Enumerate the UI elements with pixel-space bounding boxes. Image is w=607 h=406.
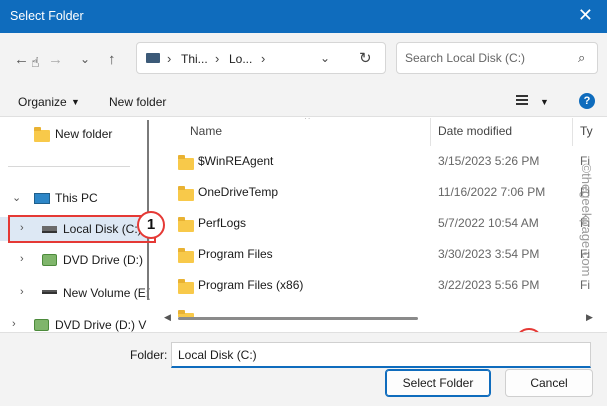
dvd-icon (42, 254, 57, 266)
recent-chevron-icon[interactable]: ⌄ (80, 52, 90, 67)
horizontal-scrollbar[interactable] (178, 317, 418, 320)
refresh-icon[interactable]: ↻ (359, 49, 372, 67)
column-header-name[interactable]: Name (190, 124, 222, 138)
folder-label: Folder: (130, 348, 168, 362)
sort-caret-icon: ^ (305, 118, 310, 125)
file-name: $WinREAgent (198, 154, 274, 168)
column-separator[interactable] (430, 118, 431, 146)
address-segment-local-disk[interactable]: Lo... (229, 52, 252, 66)
close-icon[interactable]: ✕ (578, 6, 593, 24)
folder-icon (178, 217, 194, 232)
chevron-right-icon[interactable]: › (167, 51, 171, 66)
new-folder-button[interactable]: New folder (109, 95, 166, 109)
file-name: Program Files (198, 247, 273, 261)
drive-icon (42, 290, 57, 294)
address-bar-area: ← → ⌄ ↑ ☝ › Thi... › Lo... › ⌄ ↻ (0, 33, 607, 85)
folder-icon (178, 248, 194, 263)
scroll-left-icon[interactable]: ◀ (164, 312, 171, 323)
file-date: 3/30/2023 3:54 PM (438, 247, 540, 261)
watermark-text: ©thegeekpage.com (579, 164, 594, 277)
folder-input[interactable] (171, 342, 591, 368)
file-name: Program Files (x86) (198, 278, 304, 292)
chevron-right-icon[interactable]: › (12, 318, 16, 330)
address-segment-this-pc[interactable]: Thi... (181, 52, 208, 66)
up-arrow-icon[interactable]: ↑ (108, 52, 116, 67)
annotation-callout-1: 1 (137, 211, 165, 239)
file-date: 3/15/2023 5:26 PM (438, 154, 540, 168)
folder-icon (178, 155, 194, 170)
folder-icon (34, 127, 50, 142)
search-input[interactable] (396, 42, 598, 74)
nav-item-new-folder[interactable]: New folder (0, 122, 150, 146)
file-name: OneDriveTemp (198, 185, 279, 199)
window-title: Select Folder (10, 9, 84, 23)
dvd-icon (34, 319, 49, 331)
organize-button[interactable]: Organize (18, 95, 67, 109)
toolbar: Organize ▼ New folder ▼ ? (0, 85, 607, 117)
search-icon[interactable]: ⌕ (578, 50, 585, 66)
select-folder-button[interactable]: Select Folder (385, 369, 491, 397)
folder-icon (178, 186, 194, 201)
nav-item-dvd-drive[interactable]: › DVD Drive (D:) (0, 248, 150, 272)
file-row[interactable]: OneDriveTemp 11/16/2022 7:06 PM Fi (160, 177, 600, 208)
address-box[interactable]: › Thi... › Lo... › ⌄ ↻ (136, 42, 386, 74)
chevron-right-icon[interactable]: › (20, 253, 24, 265)
chevron-right-icon[interactable]: › (20, 286, 24, 298)
chevron-right-icon[interactable]: › (215, 51, 219, 66)
column-header-date[interactable]: Date modified (438, 124, 512, 138)
organize-dropdown-icon[interactable]: ▼ (71, 97, 80, 107)
file-row[interactable]: PerfLogs 5/7/2022 10:54 AM Fi (160, 208, 600, 239)
chevron-down-icon[interactable]: ⌄ (320, 51, 330, 65)
nav-scrollbar[interactable] (147, 120, 149, 300)
folder-icon (178, 279, 194, 294)
view-options-icon[interactable] (516, 95, 528, 105)
nav-item-label: DVD Drive (D:) V (55, 318, 147, 332)
nav-item-label: New Volume (E:) (63, 286, 150, 300)
pc-icon (34, 193, 50, 204)
watermark: ©thegeekpage.com (579, 164, 594, 277)
forward-arrow-icon[interactable]: → (48, 52, 63, 67)
pc-icon (146, 53, 160, 63)
nav-item-label: New folder (55, 127, 113, 141)
nav-item-label: This PC (55, 191, 98, 205)
nav-item-label: DVD Drive (D:) (63, 253, 143, 267)
nav-separator (8, 166, 130, 167)
view-dropdown-icon[interactable]: ▼ (540, 97, 549, 107)
chevron-right-icon[interactable]: › (261, 51, 265, 66)
cancel-button[interactable]: Cancel (505, 369, 593, 397)
file-date: 11/16/2022 7:06 PM (438, 185, 546, 199)
annotation-highlight-box (8, 215, 156, 243)
dialog-footer: Folder: Select Folder Cancel (0, 332, 607, 406)
help-icon[interactable]: ? (579, 93, 595, 109)
back-arrow-icon[interactable]: ← (14, 52, 29, 67)
file-list: ^ Name Date modified Ty $WinREAgent 3/15… (160, 118, 600, 332)
nav-item-this-pc[interactable]: ⌄ This PC (0, 186, 150, 210)
title-bar: Select Folder ✕ (0, 0, 607, 33)
file-row-partial[interactable] (160, 301, 600, 317)
file-row[interactable]: Program Files 3/30/2023 3:54 PM Fi (160, 239, 600, 270)
file-row[interactable]: $WinREAgent 3/15/2023 5:26 PM Fi (160, 146, 600, 177)
file-date: 3/22/2023 5:56 PM (438, 278, 540, 292)
hand-cursor-icon: ☝ (31, 54, 40, 70)
nav-item-dvd-drive-2[interactable]: › DVD Drive (D:) V (0, 313, 150, 332)
file-name: PerfLogs (198, 216, 247, 230)
file-row[interactable]: Program Files (x86) 3/22/2023 5:56 PM Fi (160, 270, 600, 301)
chevron-down-icon[interactable]: ⌄ (12, 191, 21, 204)
file-date: 5/7/2022 10:54 AM (438, 216, 539, 230)
nav-item-new-volume[interactable]: › New Volume (E:) (0, 281, 150, 305)
